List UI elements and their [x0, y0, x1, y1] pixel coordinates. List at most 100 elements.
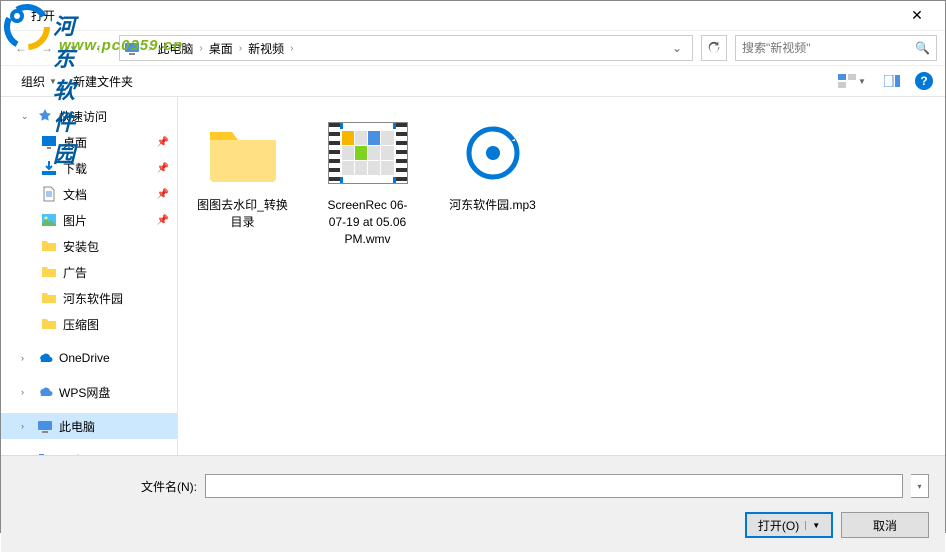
sidebar-label: OneDrive	[59, 351, 110, 365]
nav-forward-button[interactable]: →	[35, 36, 59, 60]
file-label: 河东软件园.mp3	[449, 197, 536, 214]
sidebar-label: 压缩图	[63, 316, 99, 333]
breadcrumb-item[interactable]: 此电脑	[155, 40, 195, 57]
chevron-down-icon: ▼	[49, 77, 57, 86]
sidebar-thumbs[interactable]: 压缩图	[1, 311, 177, 337]
chevron-right-icon: ›	[144, 43, 155, 54]
sidebar-label: 此电脑	[59, 418, 95, 435]
expand-icon: ⌄	[21, 111, 31, 122]
new-folder-button[interactable]: 新建文件夹	[65, 69, 141, 94]
sidebar-label: 图片	[63, 212, 87, 229]
close-button[interactable]: ✕	[897, 2, 937, 30]
sidebar-label: 下载	[63, 160, 87, 177]
sidebar-label: 安装包	[63, 238, 99, 255]
pc-icon	[37, 418, 53, 434]
content-area: ⌄ 快速访问 桌面 📌 下载 📌 文档 📌 图片 📌 安装包	[1, 97, 945, 455]
sidebar-desktop[interactable]: 桌面 📌	[1, 129, 177, 155]
sidebar-wps[interactable]: › WPS网盘	[1, 379, 177, 405]
sidebar-label: 网络	[59, 452, 83, 456]
sidebar: ⌄ 快速访问 桌面 📌 下载 📌 文档 📌 图片 📌 安装包	[1, 97, 178, 455]
file-label: 图图去水印_转换目录	[194, 197, 291, 231]
folder-icon	[208, 124, 278, 182]
file-label: ScreenRec 06-07-19 at 05.06 PM.wmv	[319, 197, 416, 247]
filename-label: 文件名(N):	[17, 478, 197, 495]
sidebar-label: WPS网盘	[59, 384, 110, 401]
pin-icon: 📌	[157, 189, 169, 200]
refresh-icon	[707, 41, 721, 55]
app-icon	[9, 8, 25, 24]
video-thumbnail-icon	[328, 122, 408, 184]
help-button[interactable]: ?	[915, 72, 933, 90]
pin-icon: 📌	[157, 163, 169, 174]
sidebar-quick-access[interactable]: ⌄ 快速访问	[1, 103, 177, 129]
nav-up-button[interactable]: ↑	[87, 36, 111, 60]
chevron-right-icon: ›	[195, 43, 206, 54]
pictures-icon	[41, 212, 57, 228]
chevron-down-icon: ▾	[917, 482, 921, 491]
breadcrumb-item[interactable]: 新视频	[246, 40, 286, 57]
desktop-icon	[41, 134, 57, 150]
sidebar-ads[interactable]: 广告	[1, 259, 177, 285]
document-icon	[41, 186, 57, 202]
navbar: ← → ▾ ↑ › 此电脑 › 桌面 › 新视频 › ⌄ 🔍	[1, 31, 945, 65]
folder-icon	[41, 316, 57, 332]
preview-pane-icon	[884, 75, 900, 87]
titlebar: 打开 ✕	[1, 1, 945, 31]
nav-recent-dropdown[interactable]: ▾	[61, 36, 85, 60]
pin-icon: 📌	[157, 215, 169, 226]
filename-dropdown[interactable]: ▾	[911, 474, 929, 498]
view-icon	[838, 74, 856, 88]
expand-icon: ›	[21, 353, 31, 363]
sidebar-onedrive[interactable]: › OneDrive	[1, 345, 177, 371]
cancel-button[interactable]: 取消	[841, 512, 929, 538]
nav-back-button[interactable]: ←	[9, 36, 33, 60]
folder-icon	[41, 290, 57, 306]
sidebar-installpkg[interactable]: 安装包	[1, 233, 177, 259]
file-item-video[interactable]: ScreenRec 06-07-19 at 05.06 PM.wmv	[315, 109, 420, 251]
expand-icon: ›	[21, 421, 31, 431]
organize-label: 组织	[21, 73, 45, 90]
chevron-right-icon: ›	[235, 43, 246, 54]
pin-icon: 📌	[157, 137, 169, 148]
breadcrumb[interactable]: › 此电脑 › 桌面 › 新视频 › ⌄	[119, 35, 693, 61]
sidebar-network[interactable]: › 网络	[1, 447, 177, 455]
sidebar-downloads[interactable]: 下载 📌	[1, 155, 177, 181]
download-icon	[41, 160, 57, 176]
onedrive-icon	[37, 350, 53, 366]
preview-pane-button[interactable]	[875, 70, 909, 92]
sidebar-label: 桌面	[63, 134, 87, 151]
breadcrumb-dropdown[interactable]: ⌄	[666, 41, 688, 55]
file-item-folder[interactable]: 图图去水印_转换目录	[190, 109, 295, 235]
toolbar: 组织 ▼ 新建文件夹 ▼ ?	[1, 65, 945, 97]
window-title: 打开	[31, 7, 897, 24]
file-item-audio[interactable]: 河东软件园.mp3	[440, 109, 545, 218]
search-input[interactable]	[742, 41, 915, 55]
open-label: 打开(O)	[758, 517, 799, 534]
open-button[interactable]: 打开(O) ▼	[745, 512, 833, 538]
folder-icon	[41, 264, 57, 280]
file-list[interactable]: 图图去水印_转换目录 ScreenRec 06-07-19 at 05.06 P…	[178, 97, 945, 455]
chevron-down-icon: ▼	[805, 521, 820, 530]
organize-menu[interactable]: 组织 ▼	[13, 69, 65, 94]
folder-icon	[41, 238, 57, 254]
search-icon: 🔍	[915, 41, 930, 55]
newfolder-label: 新建文件夹	[73, 73, 133, 90]
refresh-button[interactable]	[701, 35, 727, 61]
cloud-icon	[37, 384, 53, 400]
view-options-button[interactable]: ▼	[835, 70, 869, 92]
sidebar-documents[interactable]: 文档 📌	[1, 181, 177, 207]
chevron-right-icon: ›	[286, 43, 297, 54]
search-box[interactable]: 🔍	[735, 35, 937, 61]
star-icon	[37, 108, 53, 124]
breadcrumb-item[interactable]: 桌面	[207, 40, 235, 57]
pc-icon	[124, 40, 140, 56]
expand-icon: ›	[21, 387, 31, 397]
sidebar-label: 广告	[63, 264, 87, 281]
sidebar-pictures[interactable]: 图片 📌	[1, 207, 177, 233]
sidebar-thispc[interactable]: › 此电脑	[1, 413, 177, 439]
dialog-bottom: 文件名(N): ▾ 打开(O) ▼ 取消	[1, 455, 945, 552]
sidebar-label: 河东软件园	[63, 290, 123, 307]
audio-icon	[463, 123, 523, 183]
filename-input[interactable]	[205, 474, 903, 498]
sidebar-hdsoft[interactable]: 河东软件园	[1, 285, 177, 311]
